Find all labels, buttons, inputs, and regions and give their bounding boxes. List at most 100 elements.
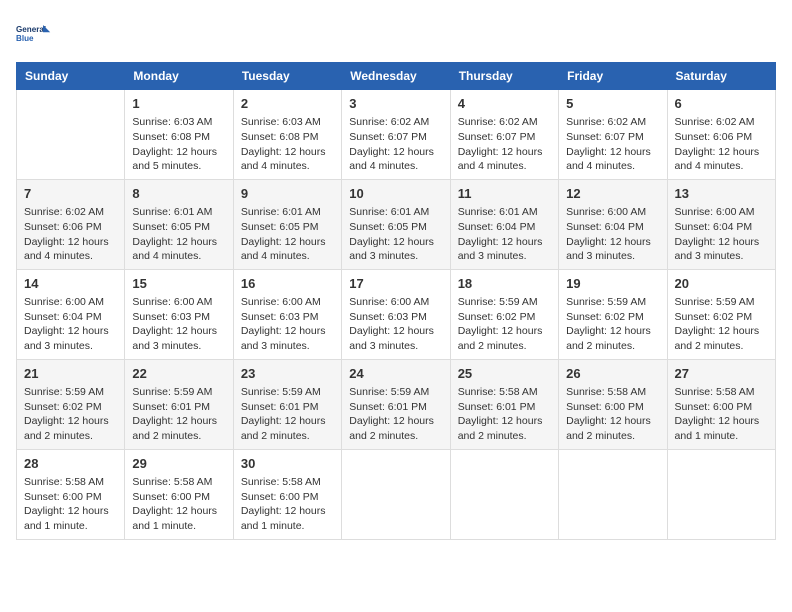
day-cell: 10 Sunrise: 6:01 AMSunset: 6:05 PMDayligh…	[342, 179, 450, 269]
day-number: 28	[24, 455, 117, 473]
day-info: Sunrise: 6:02 AMSunset: 6:07 PMDaylight:…	[566, 115, 659, 174]
logo-icon: GeneralBlue	[16, 16, 52, 52]
day-cell: 25 Sunrise: 5:58 AMSunset: 6:01 PMDayligh…	[450, 359, 558, 449]
day-number: 5	[566, 95, 659, 113]
col-header-sunday: Sunday	[17, 63, 125, 90]
day-info: Sunrise: 6:02 AMSunset: 6:06 PMDaylight:…	[24, 205, 117, 264]
day-number: 25	[458, 365, 551, 383]
day-number: 24	[349, 365, 442, 383]
day-number: 16	[241, 275, 334, 293]
day-number: 18	[458, 275, 551, 293]
col-header-friday: Friday	[559, 63, 667, 90]
day-number: 8	[132, 185, 225, 203]
day-cell: 1 Sunrise: 6:03 AMSunset: 6:08 PMDaylight…	[125, 90, 233, 180]
day-cell: 28Sunrise: 5:58 AMSunset: 6:00 PMDayligh…	[17, 449, 125, 539]
week-row-4: 28 Sunrise: 5:58 AMSunset: 6:00 PMDayligh…	[17, 449, 776, 539]
day-cell: 14Sunrise: 6:00 AMSunset: 6:04 PMDayligh…	[17, 269, 125, 359]
day-cell: 23 Sunrise: 5:59 AMSunset: 6:01 PMDayligh…	[233, 359, 341, 449]
day-info: Sunrise: 6:01 AMSunset: 6:04 PMDaylight:…	[458, 205, 551, 264]
day-cell: 21 Sunrise: 5:59 AMSunset: 6:02 PMDayligh…	[17, 359, 125, 449]
day-cell: 17 Sunrise: 6:00 AMSunset: 6:03 PMDayligh…	[342, 269, 450, 359]
calendar-table: SundayMondayTuesdayWednesdayThursdayFrid…	[16, 62, 776, 540]
day-cell: 30 Sunrise: 5:58 AMSunset: 6:00 PMDayligh…	[233, 449, 341, 539]
day-number: 27	[675, 365, 768, 383]
day-info: Sunrise: 5:59 AMSunset: 6:01 PMDaylight:…	[241, 385, 334, 444]
day-cell: 5 Sunrise: 6:02 AMSunset: 6:07 PMDaylight…	[559, 90, 667, 180]
day-cell	[667, 449, 775, 539]
day-cell: 20 Sunrise: 5:59 AMSunset: 6:02 PMDayligh…	[667, 269, 775, 359]
day-info: Sunrise: 5:58 AMSunset: 6:00 PMDaylight:…	[675, 385, 768, 444]
col-header-thursday: Thursday	[450, 63, 558, 90]
day-number: 15	[132, 275, 225, 293]
day-cell	[342, 449, 450, 539]
day-number: 4	[458, 95, 551, 113]
week-row-0: 1 Sunrise: 6:03 AMSunset: 6:08 PMDaylight…	[17, 90, 776, 180]
day-info: Sunrise: 6:00 AMSunset: 6:04 PMDaylight:…	[566, 205, 659, 264]
day-info: Sunrise: 6:03 AMSunset: 6:08 PMDaylight:…	[132, 115, 225, 174]
day-number: 7	[24, 185, 117, 203]
day-cell: 29Sunrise: 5:58 AMSunset: 6:00 PMDayligh…	[125, 449, 233, 539]
day-cell: 15Sunrise: 6:00 AMSunset: 6:03 PMDayligh…	[125, 269, 233, 359]
svg-text:General: General	[16, 25, 46, 34]
day-info: Sunrise: 6:00 AMSunset: 6:03 PMDaylight:…	[241, 295, 334, 354]
week-row-2: 14Sunrise: 6:00 AMSunset: 6:04 PMDayligh…	[17, 269, 776, 359]
day-info: Sunrise: 6:00 AMSunset: 6:04 PMDaylight:…	[675, 205, 768, 264]
day-number: 2	[241, 95, 334, 113]
day-info: Sunrise: 6:02 AMSunset: 6:07 PMDaylight:…	[458, 115, 551, 174]
day-info: Sunrise: 6:02 AMSunset: 6:07 PMDaylight:…	[349, 115, 442, 174]
day-number: 30	[241, 455, 334, 473]
day-number: 23	[241, 365, 334, 383]
day-cell: 22 Sunrise: 5:59 AMSunset: 6:01 PMDayligh…	[125, 359, 233, 449]
day-number: 21	[24, 365, 117, 383]
day-number: 10	[349, 185, 442, 203]
day-cell: 2 Sunrise: 6:03 AMSunset: 6:08 PMDaylight…	[233, 90, 341, 180]
day-info: Sunrise: 6:00 AMSunset: 6:03 PMDaylight:…	[349, 295, 442, 354]
day-cell: 9 Sunrise: 6:01 AMSunset: 6:05 PMDaylight…	[233, 179, 341, 269]
day-info: Sunrise: 6:01 AMSunset: 6:05 PMDaylight:…	[241, 205, 334, 264]
day-info: Sunrise: 5:59 AMSunset: 6:02 PMDaylight:…	[458, 295, 551, 354]
day-cell: 26Sunrise: 5:58 AMSunset: 6:00 PMDayligh…	[559, 359, 667, 449]
day-cell: 7 Sunrise: 6:02 AMSunset: 6:06 PMDaylight…	[17, 179, 125, 269]
day-number: 9	[241, 185, 334, 203]
calendar-body: 1 Sunrise: 6:03 AMSunset: 6:08 PMDaylight…	[17, 90, 776, 540]
day-number: 29	[132, 455, 225, 473]
day-cell	[450, 449, 558, 539]
day-cell: 4 Sunrise: 6:02 AMSunset: 6:07 PMDaylight…	[450, 90, 558, 180]
day-info: Sunrise: 6:01 AMSunset: 6:05 PMDaylight:…	[349, 205, 442, 264]
day-number: 3	[349, 95, 442, 113]
day-cell: 8Sunrise: 6:01 AMSunset: 6:05 PMDaylight…	[125, 179, 233, 269]
day-cell: 12 Sunrise: 6:00 AMSunset: 6:04 PMDayligh…	[559, 179, 667, 269]
day-number: 1	[132, 95, 225, 113]
day-info: Sunrise: 6:03 AMSunset: 6:08 PMDaylight:…	[241, 115, 334, 174]
col-header-monday: Monday	[125, 63, 233, 90]
day-number: 17	[349, 275, 442, 293]
day-cell: 16 Sunrise: 6:00 AMSunset: 6:03 PMDayligh…	[233, 269, 341, 359]
day-info: Sunrise: 5:59 AMSunset: 6:02 PMDaylight:…	[24, 385, 117, 444]
day-number: 12	[566, 185, 659, 203]
day-info: Sunrise: 5:58 AMSunset: 6:01 PMDaylight:…	[458, 385, 551, 444]
day-cell: 24 Sunrise: 5:59 AMSunset: 6:01 PMDayligh…	[342, 359, 450, 449]
day-cell	[17, 90, 125, 180]
day-info: Sunrise: 5:59 AMSunset: 6:01 PMDaylight:…	[132, 385, 225, 444]
day-number: 19	[566, 275, 659, 293]
day-number: 13	[675, 185, 768, 203]
day-info: Sunrise: 5:58 AMSunset: 6:00 PMDaylight:…	[241, 475, 334, 534]
week-row-1: 7 Sunrise: 6:02 AMSunset: 6:06 PMDaylight…	[17, 179, 776, 269]
day-info: Sunrise: 5:58 AMSunset: 6:00 PMDaylight:…	[566, 385, 659, 444]
day-number: 20	[675, 275, 768, 293]
day-cell: 3 Sunrise: 6:02 AMSunset: 6:07 PMDaylight…	[342, 90, 450, 180]
page-header: GeneralBlue	[16, 16, 776, 52]
day-number: 11	[458, 185, 551, 203]
col-header-wednesday: Wednesday	[342, 63, 450, 90]
calendar-header: SundayMondayTuesdayWednesdayThursdayFrid…	[17, 63, 776, 90]
day-number: 22	[132, 365, 225, 383]
day-info: Sunrise: 5:59 AMSunset: 6:02 PMDaylight:…	[675, 295, 768, 354]
day-cell: 11 Sunrise: 6:01 AMSunset: 6:04 PMDayligh…	[450, 179, 558, 269]
day-info: Sunrise: 6:02 AMSunset: 6:06 PMDaylight:…	[675, 115, 768, 174]
col-header-saturday: Saturday	[667, 63, 775, 90]
day-number: 6	[675, 95, 768, 113]
svg-text:Blue: Blue	[16, 34, 34, 43]
day-info: Sunrise: 5:59 AMSunset: 6:01 PMDaylight:…	[349, 385, 442, 444]
day-cell	[559, 449, 667, 539]
day-info: Sunrise: 5:59 AMSunset: 6:02 PMDaylight:…	[566, 295, 659, 354]
